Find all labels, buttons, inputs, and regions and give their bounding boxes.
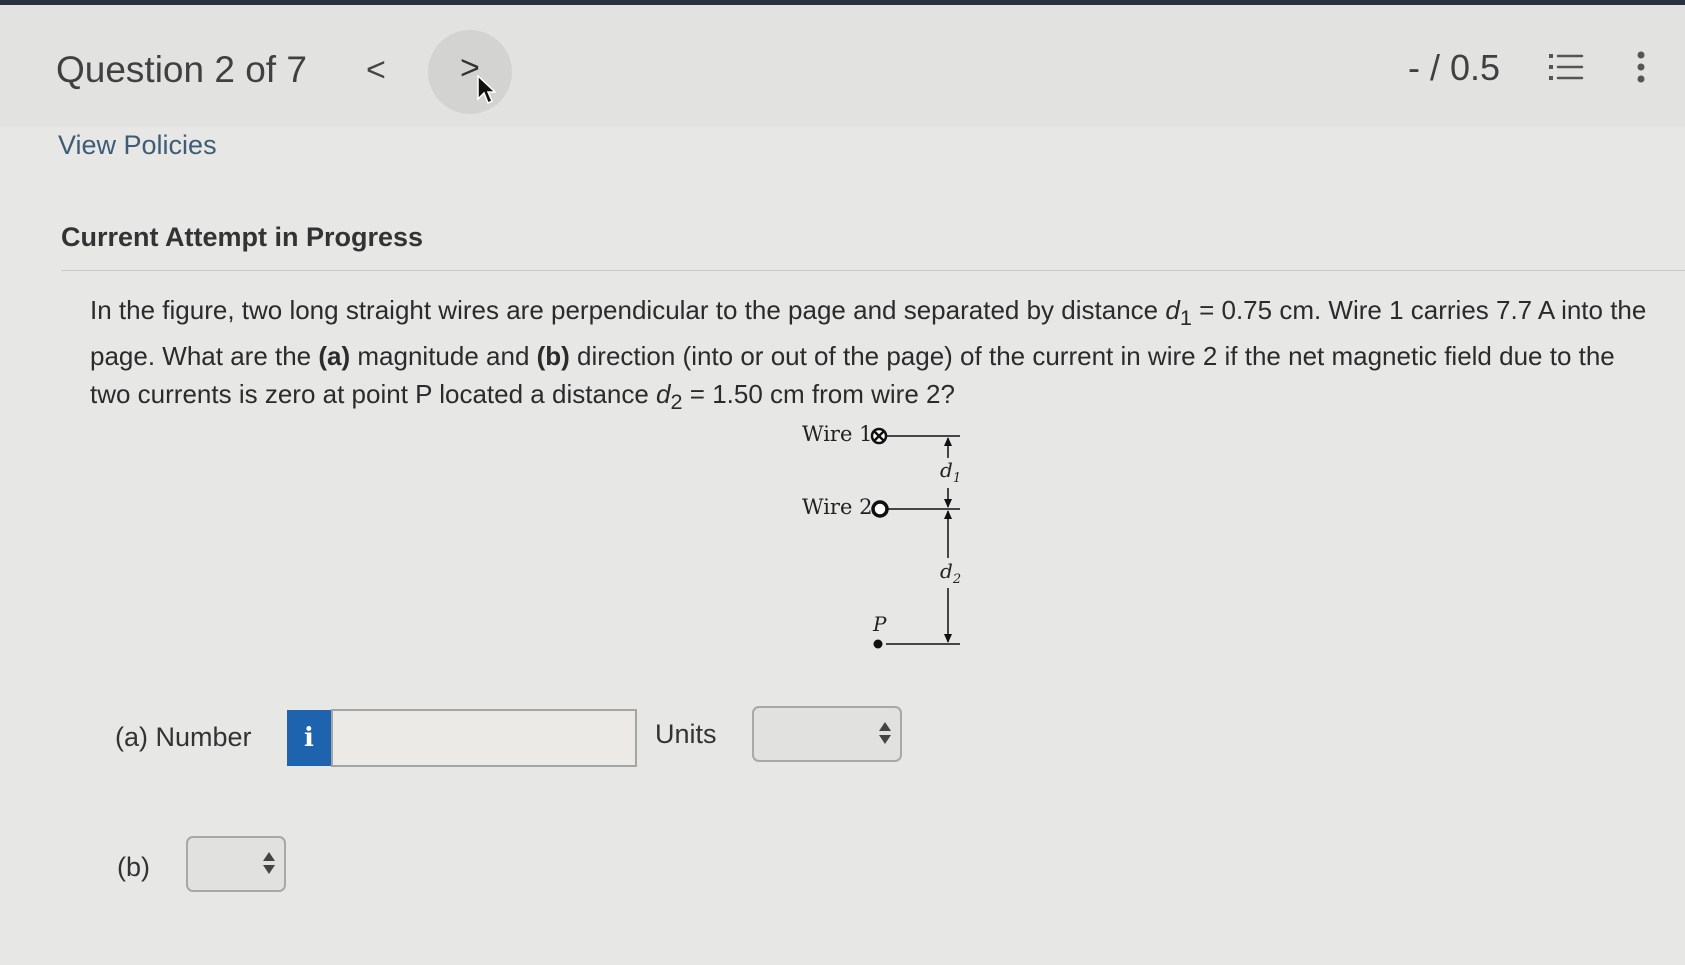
d2-label: d2	[940, 559, 961, 587]
part-b-label: (b)	[117, 852, 150, 882]
part-a-label: (a) Number	[115, 722, 252, 752]
next-question-button[interactable]: >	[428, 30, 512, 114]
select-arrows-icon	[879, 722, 891, 744]
d1-label: d1	[940, 458, 961, 486]
question-text: In the figure, two long straight wires a…	[90, 295, 1647, 415]
number-input[interactable]	[331, 709, 637, 767]
wire1-label: Wire 1	[802, 422, 872, 446]
divider	[61, 270, 1685, 271]
point-p-label: P	[872, 612, 887, 636]
wire2-label: Wire 2	[802, 495, 872, 519]
info-icon[interactable]: i	[287, 710, 331, 766]
units-select[interactable]	[752, 706, 902, 762]
direction-select[interactable]	[186, 836, 286, 892]
attempt-heading: Current Attempt in Progress	[61, 222, 424, 252]
more-vertical-icon[interactable]	[1636, 51, 1646, 83]
view-policies-link[interactable]: View Policies	[58, 130, 217, 161]
mouse-cursor-icon	[477, 75, 496, 105]
wires-figure: Wire 1 Wire 2 d1 d2 P	[802, 422, 961, 649]
previous-question-button[interactable]: <	[366, 51, 386, 90]
question-counter: Question 2 of 7	[56, 49, 307, 90]
score-display: - / 0.5	[1408, 47, 1501, 88]
question-header: Question 2 of 7 < > - / 0.5	[0, 5, 1685, 127]
units-label: Units	[655, 719, 717, 749]
list-icon[interactable]	[1548, 51, 1584, 83]
point-p-dot	[873, 639, 883, 649]
select-arrows-icon	[263, 852, 275, 874]
wire1-into-page-symbol	[870, 427, 888, 445]
wire2-symbol	[871, 500, 889, 518]
